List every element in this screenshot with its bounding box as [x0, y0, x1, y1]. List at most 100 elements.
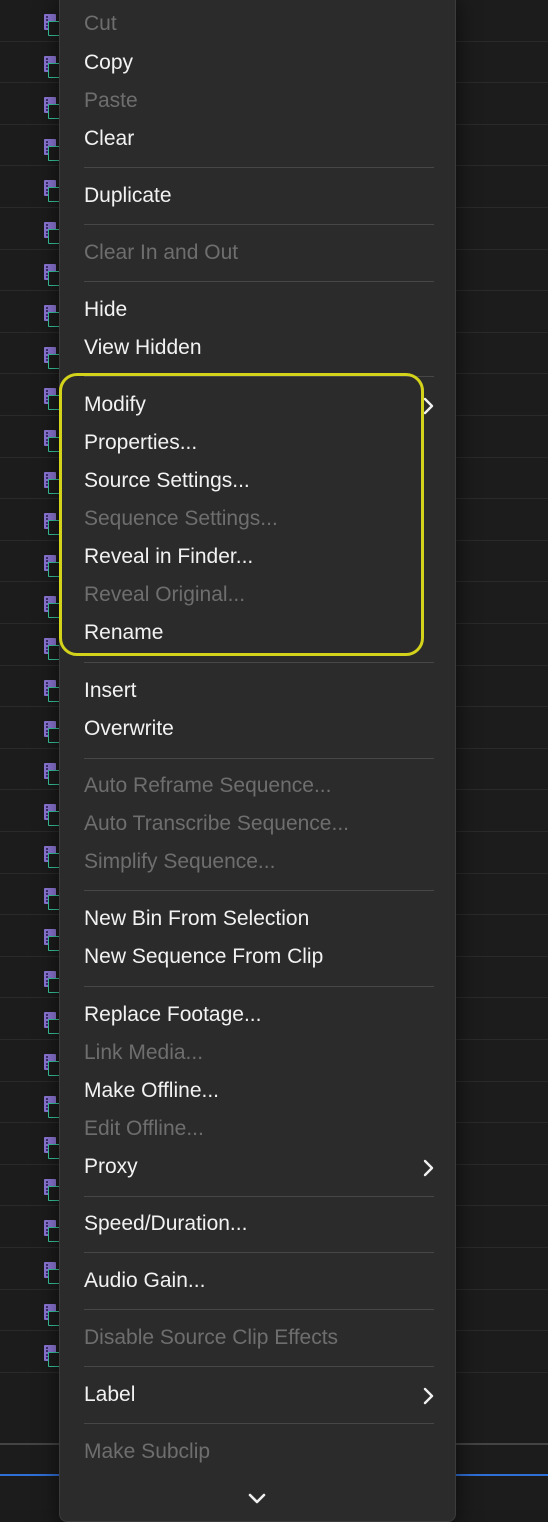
menu-item-label: New Bin From Selection [84, 907, 310, 930]
menu-item-label: Make Offline... [84, 1079, 220, 1102]
menu-item-label[interactable]: Label [84, 1377, 434, 1413]
menu-item-label: Insert [84, 679, 137, 702]
menu-item-auto-transcribe-sequence: Auto Transcribe Sequence... [84, 806, 434, 842]
menu-item-make-subclip: Make Subclip [84, 1434, 434, 1470]
menu-separator [84, 281, 434, 282]
menu-item-reveal-original: Reveal Original... [84, 577, 434, 613]
clip-icon [44, 804, 60, 827]
clip-icon [44, 55, 60, 78]
clip-icon [44, 263, 60, 286]
menu-item-label: Duplicate [84, 184, 172, 207]
menu-item-link-media: Link Media... [84, 1035, 434, 1071]
menu-item-label: Source Settings... [84, 469, 250, 492]
clip-icon [44, 554, 60, 577]
menu-item-duplicate[interactable]: Duplicate [84, 178, 434, 214]
menu-separator [84, 1366, 434, 1367]
menu-item-label: Paste [84, 89, 138, 112]
clip-icon [44, 1303, 60, 1326]
menu-item-label: Auto Reframe Sequence... [84, 774, 332, 797]
clip-icon [44, 471, 60, 494]
menu-separator [84, 662, 434, 663]
menu-item-insert[interactable]: Insert [84, 673, 434, 709]
menu-item-label: Replace Footage... [84, 1003, 262, 1026]
menu-separator [84, 167, 434, 168]
clip-icon [44, 138, 60, 161]
menu-item-label: Make Subclip [84, 1440, 211, 1463]
menu-item-label: Copy [84, 51, 134, 74]
clip-icon [44, 887, 60, 910]
menu-item-overwrite[interactable]: Overwrite [84, 711, 434, 747]
menu-separator [84, 376, 434, 377]
menu-item-label: Reveal Original... [84, 583, 246, 606]
menu-item-paste: Paste [84, 83, 434, 119]
menu-item-audio-gain[interactable]: Audio Gain... [84, 1263, 434, 1299]
clip-icon [44, 762, 60, 785]
menu-item-label: Disable Source Clip Effects [84, 1326, 339, 1349]
menu-item-label: Rename [84, 621, 164, 644]
menu-item-label: Reveal in Finder... [84, 545, 254, 568]
menu-item-sequence-settings: Sequence Settings... [84, 501, 434, 537]
menu-item-clear[interactable]: Clear [84, 121, 434, 157]
menu-item-label: Cut [84, 12, 117, 35]
menu-item-label: Speed/Duration... [84, 1212, 248, 1235]
clip-icon [44, 1012, 60, 1035]
clip-icon [44, 97, 60, 120]
menu-item-reveal-in-finder[interactable]: Reveal in Finder... [84, 539, 434, 575]
clip-icon [44, 388, 60, 411]
clip-icon [44, 180, 60, 203]
clip-icon [44, 1137, 60, 1160]
menu-item-proxy[interactable]: Proxy [84, 1149, 434, 1185]
context-menu: Cut Copy Paste Clear Duplicate Clear In and O… [59, 0, 456, 1522]
menu-item-modify[interactable]: Modify [84, 387, 434, 423]
menu-item-label: Link Media... [84, 1041, 204, 1064]
menu-item-auto-reframe-sequence: Auto Reframe Sequence... [84, 768, 434, 804]
menu-item-rename[interactable]: Rename [84, 615, 434, 651]
menu-separator [84, 890, 434, 891]
menu-item-source-settings[interactable]: Source Settings... [84, 463, 434, 499]
menu-separator [84, 1309, 434, 1310]
menu-item-label: Audio Gain... [84, 1269, 206, 1292]
menu-item-label: Properties... [84, 431, 198, 454]
menu-item-copy[interactable]: Copy [84, 45, 434, 81]
menu-item-label: Clear In and Out [84, 241, 239, 264]
clip-icon [44, 970, 60, 993]
menu-item-label: Proxy [84, 1155, 138, 1178]
clip-icon [44, 513, 60, 536]
clip-icon [44, 305, 60, 328]
menu-item-properties[interactable]: Properties... [84, 425, 434, 461]
clip-icon [44, 1345, 60, 1368]
menu-separator [84, 1196, 434, 1197]
clip-icon [44, 14, 60, 36]
menu-item-label: Label [84, 1383, 136, 1406]
chevron-right-icon [422, 1149, 436, 1185]
menu-item-new-sequence-from-clip[interactable]: New Sequence From Clip [84, 939, 434, 975]
chevron-down-icon[interactable] [247, 1492, 267, 1506]
menu-item-label: View Hidden [84, 336, 202, 359]
menu-separator [84, 1423, 434, 1424]
menu-item-clear-in-and-out: Clear In and Out [84, 235, 434, 271]
menu-item-label: Simplify Sequence... [84, 850, 276, 873]
menu-item-replace-footage[interactable]: Replace Footage... [84, 997, 434, 1033]
menu-item-speed-duration[interactable]: Speed/Duration... [84, 1206, 434, 1242]
menu-separator [84, 758, 434, 759]
chevron-right-icon [422, 387, 436, 423]
menu-item-label: Sequence Settings... [84, 507, 278, 530]
menu-item-disable-source-clip-effects: Disable Source Clip Effects [84, 1320, 434, 1356]
menu-item-simplify-sequence: Simplify Sequence... [84, 844, 434, 880]
menu-item-label: Clear [84, 127, 135, 150]
menu-item-label: Overwrite [84, 717, 174, 740]
clip-icon [44, 638, 60, 660]
menu-item-cut: Cut [84, 6, 434, 42]
clip-icon [44, 1220, 60, 1243]
chevron-right-icon [422, 1377, 436, 1413]
menu-item-new-bin-from-selection[interactable]: New Bin From Selection [84, 901, 434, 937]
clip-icon [44, 679, 60, 702]
menu-item-hide[interactable]: Hide [84, 292, 434, 328]
menu-item-view-hidden[interactable]: View Hidden [84, 330, 434, 366]
menu-item-label: Auto Transcribe Sequence... [84, 812, 349, 835]
clip-icon [44, 430, 60, 452]
menu-item-label: New Sequence From Clip [84, 945, 324, 968]
clip-icon [44, 929, 60, 952]
menu-separator [84, 1252, 434, 1253]
menu-item-make-offline[interactable]: Make Offline... [84, 1073, 434, 1109]
